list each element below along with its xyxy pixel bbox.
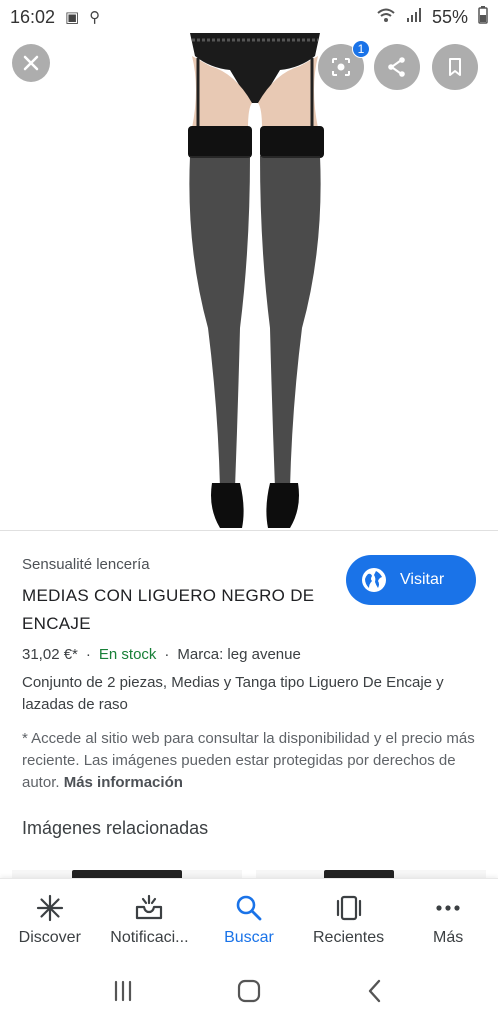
nav-search[interactable]: Buscar (199, 879, 299, 958)
home-icon[interactable] (236, 978, 262, 1004)
nav-label: Más (433, 929, 464, 946)
nav-recent[interactable]: Recientes (299, 879, 399, 958)
gallery-notification-icon: ▣ (65, 9, 80, 26)
nav-more[interactable]: Más (398, 879, 498, 958)
recent-apps-icon[interactable] (110, 978, 136, 1004)
lens-badge: 1 (352, 40, 370, 58)
close-button[interactable] (12, 44, 50, 82)
wifi-icon (376, 7, 396, 27)
nav-label: Discover (18, 929, 81, 946)
inbox-icon (136, 894, 163, 920)
share-icon (388, 57, 405, 77)
back-icon[interactable] (362, 978, 388, 1004)
close-icon (23, 55, 39, 71)
asterisk-icon (36, 894, 63, 922)
product-info: Sensualité lencería MEDIAS CON LIGUERO N… (0, 531, 498, 839)
battery-level: 55% (431, 6, 468, 27)
separator: · (164, 646, 170, 663)
tabs-icon (336, 895, 361, 921)
visit-button[interactable]: Visitar (346, 555, 476, 605)
image-viewer[interactable]: 1 (0, 0, 498, 531)
nav-discover[interactable]: Discover (0, 879, 100, 958)
separator: · (85, 646, 91, 663)
stock-status: En stock (98, 646, 157, 663)
disclaimer: * Accede al sitio web para consultar la … (22, 728, 476, 794)
lens-button[interactable]: 1 (318, 40, 370, 90)
status-bar: 16:02 ▣ ⚲ 55% (0, 0, 498, 34)
share-button[interactable] (374, 44, 420, 90)
save-button[interactable] (432, 44, 478, 90)
bookmark-icon (449, 58, 461, 76)
lens-icon (332, 58, 350, 76)
product-title[interactable]: MEDIAS CON LIGUERO NEGRO DE ENCAJE (22, 582, 332, 638)
product-meta: 31,02 €* · En stock · Marca: leg avenue (22, 646, 476, 663)
bottom-navigation: Discover Notificaci... Buscar Recientes … (0, 878, 498, 958)
nav-label: Recientes (313, 929, 385, 946)
brand: Marca: leg avenue (177, 646, 301, 663)
signal-icon (406, 7, 422, 27)
more-icon (436, 905, 460, 911)
visit-label: Visitar (400, 571, 445, 588)
status-time: 16:02 (10, 6, 56, 27)
nav-notifications[interactable]: Notificaci... (100, 879, 200, 958)
nav-label: Buscar (224, 929, 274, 946)
usb-icon: ⚲ (89, 9, 101, 26)
product-image (188, 33, 324, 528)
price: 31,02 €* (22, 646, 78, 663)
product-description: Conjunto de 2 piezas, Medias y Tanga tip… (22, 674, 444, 713)
system-navigation (0, 958, 498, 1024)
search-icon (236, 895, 262, 921)
battery-icon (478, 6, 488, 28)
globe-icon (362, 568, 386, 592)
nav-label: Notificaci... (110, 929, 189, 946)
more-info-link[interactable]: Más información (64, 774, 183, 791)
related-images-title: Imágenes relacionadas (22, 818, 209, 838)
